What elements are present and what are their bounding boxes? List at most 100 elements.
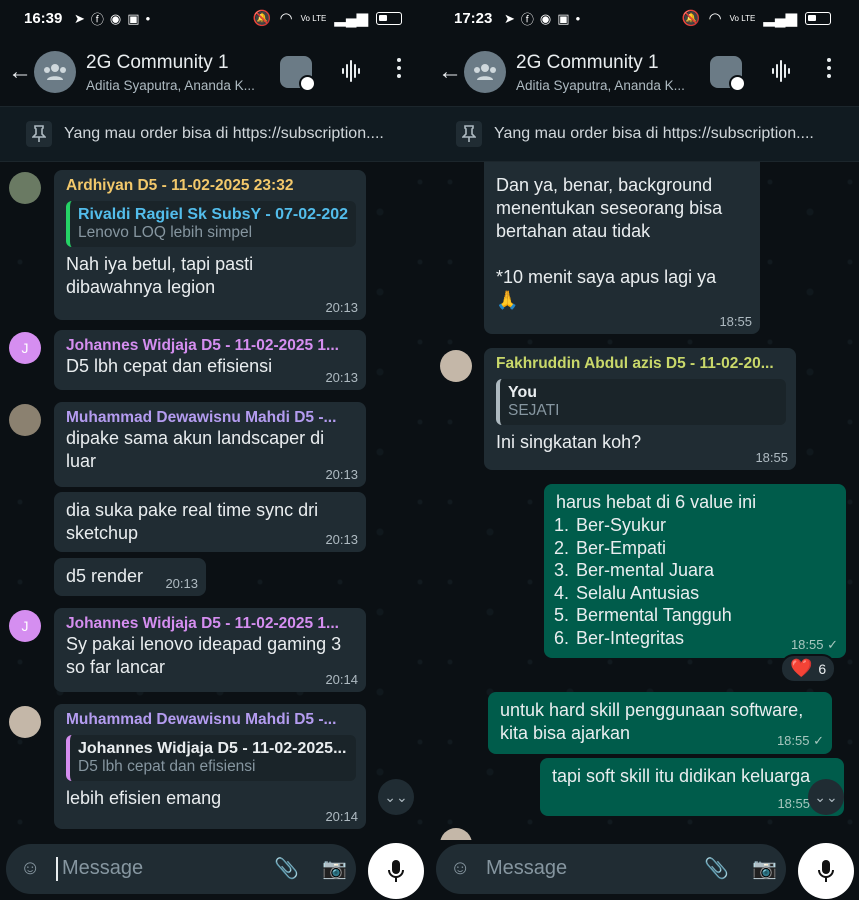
message-time: 20:13 [165,576,198,591]
scroll-down-button[interactable]: ⌄⌄ [808,779,844,815]
sender-name[interactable]: Johannes Widjaja D5 - 11-02-2025 1... [66,337,356,355]
reaction-badge[interactable]: ❤️ 6 [780,654,837,683]
message-text: Sy pakai lenovo ideapad gaming 3 so far … [66,634,342,677]
battery-icon [376,11,402,25]
chat-area[interactable]: Dan ya, benar, background menentukan ses… [430,162,859,840]
group-icon [44,64,66,80]
system-icons: 🔕 ◠ Vo LTE ▂▄▆ [682,9,831,27]
message-bubble-outgoing[interactable]: tapi soft skill itu didikan keluarga 18:… [540,758,844,816]
quoted-message[interactable]: You SEJATI [496,379,786,425]
mic-button[interactable] [798,843,854,899]
avatar[interactable]: J [9,332,41,364]
message-input[interactable]: Message [62,857,143,880]
community-icon[interactable] [710,56,746,92]
message-text: lebih efisien emang [66,788,222,808]
group-title[interactable]: 2G Community 1 [516,52,659,74]
message-bubble[interactable]: Dan ya, benar, background menentukan ses… [484,162,760,334]
attach-icon[interactable]: 📎 [274,856,299,881]
message-text: dipake sama akun landscaper di luar [66,428,325,471]
avatar[interactable] [9,404,41,436]
message-time: 20:14 [325,809,358,824]
sticker-icon[interactable]: ☺ [450,857,470,880]
double-chevron-down-icon: ⌄⌄ [384,788,408,805]
status-time: 16:39 [24,10,63,27]
status-bar: 17:23 ➤ ⓕ ◉ ▣ • 🔕 ◠ Vo LTE ▂▄▆ [430,0,859,36]
dot-icon: • [145,11,151,26]
message-bubble-outgoing[interactable]: harus hebat di 6 value ini Ber-SyukurBer… [544,484,846,658]
notification-icons: ➤ ⓕ ◉ ▣ • [74,9,150,28]
message-field[interactable]: ☺ Message 📎 📷 [436,844,786,894]
camera-icon[interactable]: 📷 [322,856,347,881]
dot-icon: • [575,11,581,26]
sender-name[interactable]: Fakhruddin Abdul azis D5 - 11-02-20... [496,355,786,373]
message-time: 18:55 [755,450,788,465]
avatar[interactable]: J [9,610,41,642]
back-arrow-icon[interactable]: ← [438,58,462,86]
value-list-item: Ber-mental Juara [574,559,836,582]
quoted-message[interactable]: Johannes Widjaja D5 - 11-02-2025... D5 l… [66,735,356,781]
message-bubble[interactable]: Ardhiyan D5 - 11-02-2025 23:32 Rivaldi R… [54,170,366,320]
chat-area[interactable]: Ardhiyan D5 - 11-02-2025 23:32 Rivaldi R… [0,162,430,840]
quoted-message[interactable]: Rivaldi Ragiel Sk SubsY - 07-02-202... L… [66,201,356,247]
pin-icon [26,121,52,147]
pinned-text: Yang mau order bisa di https://subscript… [64,125,384,142]
message-bubble-outgoing[interactable]: untuk hard skill penggunaan software, ki… [488,692,832,754]
message-time: 18:55 ✓ [776,733,824,748]
message-bubble[interactable]: Johannes Widjaja D5 - 11-02-2025 1... Sy… [54,608,366,692]
message-time: 18:55 [777,796,810,811]
sender-name[interactable]: Muhammad Dewawisnu Mahdi D5 -... [66,711,356,729]
pinned-message-bar[interactable]: Yang mau order bisa di https://subscript… [430,106,859,162]
message-bubble[interactable]: Johannes Widjaja D5 - 11-02-2025 1... D5… [54,330,366,390]
signal-icon: ▂▄▆ [763,10,797,27]
message-bubble[interactable]: Muhammad Dewawisnu Mahdi D5 -... Johanne… [54,704,366,829]
github-icon: ◉ [539,10,552,26]
message-time: 20:13 [325,300,358,315]
avatar[interactable] [9,172,41,204]
back-arrow-icon[interactable]: ← [8,58,32,86]
composer: ☺ Message 📎 📷 [0,840,430,900]
group-members[interactable]: Aditia Syaputra, Ananda K... [516,78,685,93]
avatar[interactable] [440,828,472,840]
group-title[interactable]: 2G Community 1 [86,52,229,74]
scroll-down-button[interactable]: ⌄⌄ [378,779,414,815]
attach-icon[interactable]: 📎 [704,856,729,881]
message-text: untuk hard skill penggunaan software, ki… [500,700,804,743]
status-bar: 16:39 ➤ ⓕ ◉ ▣ • 🔕 ◠ Vo LTE ▂▄▆ [0,0,430,36]
wifi-icon: ◠ [279,10,293,27]
camera-icon[interactable]: 📷 [752,856,777,881]
message-bubble[interactable]: d5 render 20:13 [54,558,206,596]
mic-icon [818,860,834,882]
message-bubble[interactable]: Fakhruddin Abdul azis D5 - 11-02-20... Y… [484,348,796,470]
community-icon[interactable] [280,56,316,92]
value-list-item: Selalu Antusias [574,582,836,605]
volte-label: Vo LTE [300,13,327,23]
group-avatar[interactable] [34,51,76,93]
sender-name[interactable]: Johannes Widjaja D5 - 11-02-2025 1... [66,615,356,633]
value-list-item: Ber-Syukur [574,514,836,537]
pinned-message-bar[interactable]: Yang mau order bisa di https://subscript… [0,106,430,162]
avatar[interactable] [440,350,472,382]
message-time: 20:13 [325,467,358,482]
message-bubble[interactable]: dia suka pake real time sync dri sketchu… [54,492,366,552]
message-field[interactable]: ☺ Message 📎 📷 [6,844,356,894]
sender-name[interactable]: Muhammad Dewawisnu Mahdi D5 -... [66,409,356,427]
mic-button[interactable] [368,843,424,899]
voice-chat-icon[interactable] [770,59,794,83]
message-time: 18:55 ✓ [790,637,838,652]
github-icon: ◉ [109,10,122,26]
more-options-icon[interactable] [397,58,403,82]
avatar[interactable] [9,706,41,738]
message-text: tapi soft skill itu didikan keluarga [552,766,811,786]
sticker-icon[interactable]: ☺ [20,857,40,880]
sender-name[interactable]: Ardhiyan D5 - 11-02-2025 23:32 [66,177,356,195]
quote-sender: Rivaldi Ragiel Sk SubsY - 07-02-202... [78,206,348,223]
voice-chat-icon[interactable] [340,59,364,83]
group-avatar[interactable] [464,51,506,93]
reaction-count: 6 [818,660,827,677]
group-members[interactable]: Aditia Syaputra, Ananda K... [86,78,255,93]
quote-text: SEJATI [508,402,560,419]
message-bubble[interactable]: Muhammad Dewawisnu Mahdi D5 -... dipake … [54,402,366,487]
app-icon: ▣ [127,10,140,26]
message-input[interactable]: Message [486,857,567,880]
more-options-icon[interactable] [827,58,833,82]
